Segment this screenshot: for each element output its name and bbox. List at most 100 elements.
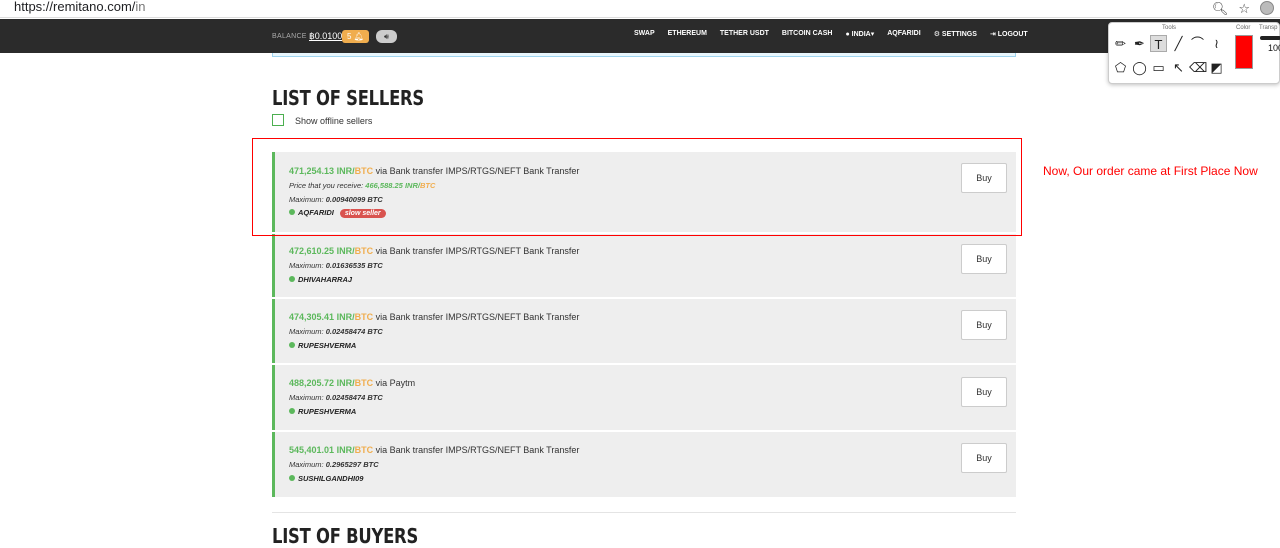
freehand-icon[interactable]: ≀: [1208, 35, 1225, 52]
transparency-slider[interactable]: [1260, 36, 1280, 40]
balance-value[interactable]: ฿0.0100: [309, 31, 342, 42]
fill-icon[interactable]: ◩: [1208, 59, 1225, 76]
online-status-icon: [289, 276, 295, 282]
crypto-currency: BTC: [354, 378, 374, 388]
tools-label: Tools: [1162, 25, 1177, 31]
maximum-value: 0.01636535 BTC: [325, 261, 383, 270]
seller-username[interactable]: RUPESHVERMA: [298, 407, 356, 416]
pen-icon[interactable]: ✒: [1131, 35, 1148, 52]
maximum-line: Maximum: 0.02458474 BTC: [289, 327, 383, 336]
chevron-down-icon: ▾: [870, 31, 875, 38]
seller-user: SUSHILGANDHI09: [289, 474, 363, 483]
nav-menu: SWAP ETHEREUM TETHER USDT BITCOIN CASH ●…: [634, 30, 1028, 38]
online-status-icon: [289, 408, 295, 414]
nav-tether-usdt[interactable]: TETHER USDT: [720, 30, 769, 38]
maximum-value: 0.02458474 BTC: [325, 393, 383, 402]
nav-username[interactable]: AQFARIDI: [887, 30, 920, 38]
fiat-currency: INR: [336, 312, 353, 322]
url-host: https://remitano.com/: [14, 0, 136, 14]
buyers-heading: LIST OF BUYERS: [272, 524, 419, 548]
logout-icon: ⇥: [989, 31, 996, 38]
notification-count: 5: [347, 32, 352, 41]
profile-avatar[interactable]: [1260, 1, 1274, 15]
nav-ethereum[interactable]: ETHEREUM: [668, 30, 707, 38]
offer-price: 488,205.72: [289, 378, 335, 388]
online-status-icon: [289, 342, 295, 348]
site-navbar: BALANCE ฿0.0100 5 🔔︎ 🔊︎ SWAP ETHEREUM TE…: [0, 19, 1280, 53]
rectangle-icon[interactable]: ▭: [1150, 59, 1167, 76]
seller-user: RUPESHVERMA: [289, 341, 356, 350]
url-text[interactable]: https://remitano.com/in: [14, 0, 146, 14]
show-offline-label[interactable]: Show offline sellers: [295, 116, 372, 126]
address-bar[interactable]: https://remitano.com/in 🔍︎ ☆: [0, 0, 1280, 18]
offer-line: 474,305.41 INR/BTC via Bank transfer IMP…: [289, 312, 580, 322]
maximum-line: Maximum: 0.2965297 BTC: [289, 460, 379, 469]
offer-line: 545,401.01 INR/BTC via Bank transfer IMP…: [289, 445, 580, 455]
maximum-value: 0.2965297 BTC: [325, 460, 379, 469]
seller-username[interactable]: RUPESHVERMA: [298, 341, 356, 350]
buy-button[interactable]: Buy: [961, 377, 1007, 407]
fiat-currency: INR: [336, 445, 353, 455]
online-status-icon: [289, 475, 295, 481]
nav-swap[interactable]: SWAP: [634, 30, 655, 38]
drawing-tools-panel: Tools Color Transp ✏ ✒ T ╱ ⌒ ≀ ⬠ ◯ ▭ ↖ ⌫…: [1108, 22, 1280, 84]
seller-row: 545,401.01 INR/BTC via Bank transfer IMP…: [272, 432, 1016, 497]
section-divider: [272, 512, 1016, 513]
transparency-label: Transp: [1259, 25, 1278, 31]
curve-icon[interactable]: ⌒: [1189, 35, 1206, 52]
buy-button[interactable]: Buy: [961, 310, 1007, 340]
color-swatch[interactable]: [1235, 35, 1253, 69]
gear-icon: ⚙: [933, 31, 940, 38]
star-icon[interactable]: ☆: [1238, 2, 1250, 15]
fiat-currency: INR: [336, 246, 353, 256]
maximum-line: Maximum: 0.02458474 BTC: [289, 393, 383, 402]
seller-row: 472,610.25 INR/BTC via Bank transfer IMP…: [272, 234, 1016, 297]
seller-username[interactable]: SUSHILGANDHI09: [298, 474, 363, 483]
sellers-heading: LIST OF SELLERS: [272, 86, 424, 110]
text-icon[interactable]: T: [1150, 35, 1167, 52]
payment-method: via Bank transfer IMPS/RTGS/NEFT Bank Tr…: [375, 445, 580, 455]
maximum-value: 0.02458474 BTC: [325, 327, 383, 336]
maximum-line: Maximum: 0.01636535 BTC: [289, 261, 383, 270]
payment-method: via Bank transfer IMPS/RTGS/NEFT Bank Tr…: [375, 312, 580, 322]
ellipse-icon[interactable]: ◯: [1131, 59, 1148, 76]
seller-row: 488,205.72 INR/BTC via Paytm Maximum: 0.…: [272, 365, 1016, 430]
maximum-label: Maximum:: [289, 393, 324, 402]
info-banner: [272, 53, 1016, 57]
payment-method: via Bank transfer IMPS/RTGS/NEFT Bank Tr…: [375, 246, 580, 256]
offer-line: 488,205.72 INR/BTC via Paytm: [289, 378, 416, 388]
offer-price: 472,610.25: [289, 246, 335, 256]
logout-label: LOGOUT: [997, 31, 1028, 38]
nav-bitcoin-cash[interactable]: BITCOIN CASH: [782, 30, 833, 38]
crypto-currency: BTC: [354, 312, 374, 322]
eraser-icon[interactable]: ⌫: [1189, 59, 1207, 76]
sound-toggle[interactable]: 🔊︎: [376, 30, 397, 43]
polygon-icon[interactable]: ⬠: [1112, 59, 1129, 76]
pencil-icon[interactable]: ✏: [1112, 35, 1129, 52]
speaker-icon: 🔊︎: [383, 32, 390, 41]
color-label: Color: [1236, 25, 1251, 31]
globe-icon: ●: [845, 31, 850, 38]
line-icon[interactable]: ╱: [1170, 35, 1187, 52]
zoom-icon[interactable]: 🔍︎: [1212, 2, 1229, 15]
nav-settings[interactable]: ⚙ SETTINGS: [934, 30, 977, 38]
notifications-button[interactable]: 5 🔔︎: [342, 30, 369, 43]
crypto-currency: BTC: [354, 246, 374, 256]
buy-button[interactable]: Buy: [961, 443, 1007, 473]
offer-price: 474,305.41: [289, 312, 335, 322]
bell-icon: 🔔︎: [353, 32, 364, 41]
crypto-currency: BTC: [354, 445, 374, 455]
pointer-icon[interactable]: ↖: [1170, 59, 1187, 76]
offer-price: 545,401.01: [289, 445, 335, 455]
buy-button[interactable]: Buy: [961, 244, 1007, 274]
show-offline-checkbox[interactable]: [272, 114, 284, 126]
balance-label: BALANCE: [272, 33, 307, 40]
highlight-rectangle: [252, 138, 1022, 236]
nav-logout[interactable]: ⇥ LOGOUT: [990, 30, 1028, 38]
maximum-label: Maximum:: [289, 460, 324, 469]
maximum-label: Maximum:: [289, 327, 324, 336]
transparency-value: 100: [1268, 43, 1280, 53]
seller-username[interactable]: DHIVAHARRAJ: [298, 275, 352, 284]
url-path: in: [135, 0, 146, 14]
nav-country[interactable]: ● INDIA▾: [845, 30, 874, 38]
